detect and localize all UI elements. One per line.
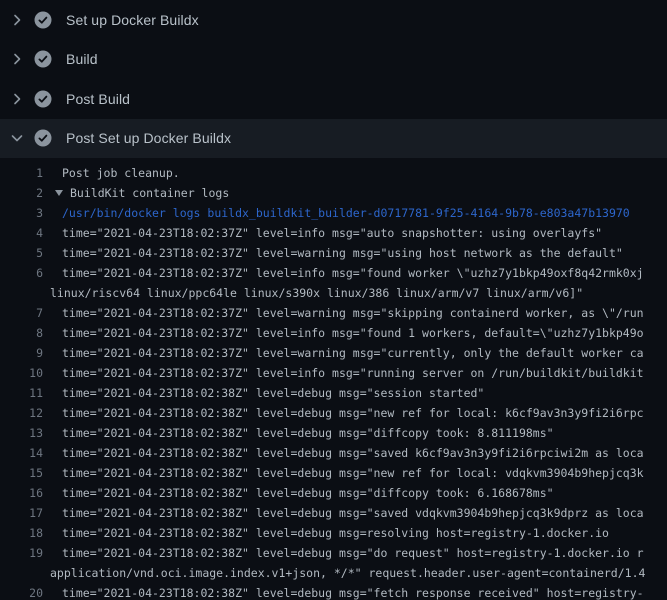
log-line: 9 time="2021-04-23T18:02:37Z" level=warn… bbox=[0, 343, 667, 363]
log-text: time="2021-04-23T18:02:38Z" level=debug … bbox=[62, 423, 554, 443]
log-line: 12 time="2021-04-23T18:02:38Z" level=deb… bbox=[0, 403, 667, 423]
log-text: time="2021-04-23T18:02:38Z" level=debug … bbox=[62, 383, 484, 403]
log-text: Post job cleanup. bbox=[62, 163, 180, 183]
step-post-setup-docker-buildx[interactable]: Post Set up Docker Buildx bbox=[0, 119, 667, 159]
log-line-command: 3 /usr/bin/docker logs buildx_buildkit_b… bbox=[0, 203, 667, 223]
line-number[interactable]: 6 bbox=[0, 263, 43, 283]
log-line: 11 time="2021-04-23T18:02:38Z" level=deb… bbox=[0, 383, 667, 403]
log-text: time="2021-04-23T18:02:38Z" level=debug … bbox=[62, 523, 609, 543]
chevron-right-icon bbox=[9, 91, 25, 107]
log-line: 7 time="2021-04-23T18:02:37Z" level=warn… bbox=[0, 303, 667, 323]
log-text: time="2021-04-23T18:02:37Z" level=info m… bbox=[62, 263, 644, 283]
line-number[interactable]: 20 bbox=[0, 583, 43, 600]
log-text: linux/riscv64 linux/ppc64le linux/s390x … bbox=[50, 283, 583, 303]
log-line: 5 time="2021-04-23T18:02:37Z" level=warn… bbox=[0, 243, 667, 263]
line-number[interactable]: 17 bbox=[0, 503, 43, 523]
log-line: 10 time="2021-04-23T18:02:37Z" level=inf… bbox=[0, 363, 667, 383]
log-text: time="2021-04-23T18:02:38Z" level=debug … bbox=[62, 443, 644, 463]
line-number bbox=[0, 283, 43, 303]
log-text: time="2021-04-23T18:02:38Z" level=debug … bbox=[62, 483, 554, 503]
line-number[interactable]: 11 bbox=[0, 383, 43, 403]
log-text: time="2021-04-23T18:02:37Z" level=info m… bbox=[62, 363, 644, 383]
log-line: 13 time="2021-04-23T18:02:38Z" level=deb… bbox=[0, 423, 667, 443]
log-output: 1 Post job cleanup. 2 BuildKit container… bbox=[0, 158, 667, 600]
actions-log-viewer: Set up Docker Buildx Build Post Build bbox=[0, 0, 667, 600]
log-line: 16 time="2021-04-23T18:02:38Z" level=deb… bbox=[0, 483, 667, 503]
step-post-build[interactable]: Post Build bbox=[0, 79, 667, 119]
line-number bbox=[0, 563, 43, 583]
check-circle-icon bbox=[34, 11, 52, 29]
line-number[interactable]: 1 bbox=[0, 163, 43, 183]
step-label: Build bbox=[66, 51, 98, 67]
log-text: time="2021-04-23T18:02:37Z" level=warnin… bbox=[62, 303, 644, 323]
log-text: time="2021-04-23T18:02:38Z" level=debug … bbox=[62, 583, 644, 600]
check-circle-icon bbox=[34, 50, 52, 68]
line-number[interactable]: 2 bbox=[0, 183, 43, 203]
line-number[interactable]: 7 bbox=[0, 303, 43, 323]
log-text: time="2021-04-23T18:02:38Z" level=debug … bbox=[62, 403, 644, 423]
step-build[interactable]: Build bbox=[0, 40, 667, 80]
chevron-right-icon bbox=[9, 12, 25, 28]
log-group-buildkit-container-logs[interactable]: 2 BuildKit container logs bbox=[0, 183, 667, 203]
log-line: 15 time="2021-04-23T18:02:38Z" level=deb… bbox=[0, 463, 667, 483]
log-text: /usr/bin/docker logs buildx_buildkit_bui… bbox=[62, 203, 630, 223]
check-circle-icon bbox=[34, 129, 52, 147]
log-line: 4 time="2021-04-23T18:02:37Z" level=info… bbox=[0, 223, 667, 243]
triangle-down-icon bbox=[55, 190, 63, 196]
log-text: time="2021-04-23T18:02:38Z" level=debug … bbox=[62, 503, 644, 523]
step-list: Set up Docker Buildx Build Post Build bbox=[0, 0, 667, 158]
log-line-wrapped: application/vnd.oci.image.index.v1+json,… bbox=[0, 563, 667, 583]
line-number[interactable]: 3 bbox=[0, 203, 43, 223]
line-number[interactable]: 15 bbox=[0, 463, 43, 483]
line-number[interactable]: 12 bbox=[0, 403, 43, 423]
line-number[interactable]: 13 bbox=[0, 423, 43, 443]
log-line: 19 time="2021-04-23T18:02:38Z" level=deb… bbox=[0, 543, 667, 563]
log-line: 14 time="2021-04-23T18:02:38Z" level=deb… bbox=[0, 443, 667, 463]
line-number[interactable]: 4 bbox=[0, 223, 43, 243]
step-setup-docker-buildx[interactable]: Set up Docker Buildx bbox=[0, 0, 667, 40]
chevron-down-icon bbox=[9, 130, 25, 146]
log-text: time="2021-04-23T18:02:37Z" level=warnin… bbox=[62, 343, 644, 363]
log-text: time="2021-04-23T18:02:37Z" level=warnin… bbox=[62, 243, 623, 263]
log-text: application/vnd.oci.image.index.v1+json,… bbox=[50, 563, 645, 583]
line-number[interactable]: 14 bbox=[0, 443, 43, 463]
log-line: 20 time="2021-04-23T18:02:38Z" level=deb… bbox=[0, 583, 667, 600]
log-text: time="2021-04-23T18:02:38Z" level=debug … bbox=[62, 543, 644, 563]
log-text: time="2021-04-23T18:02:38Z" level=debug … bbox=[62, 463, 644, 483]
chevron-right-icon bbox=[9, 51, 25, 67]
log-line-wrapped: linux/riscv64 linux/ppc64le linux/s390x … bbox=[0, 283, 667, 303]
log-text: BuildKit container logs bbox=[55, 183, 229, 203]
group-label: BuildKit container logs bbox=[70, 183, 229, 203]
log-line: 18 time="2021-04-23T18:02:38Z" level=deb… bbox=[0, 523, 667, 543]
step-label: Set up Docker Buildx bbox=[66, 12, 199, 28]
line-number[interactable]: 5 bbox=[0, 243, 43, 263]
log-text: time="2021-04-23T18:02:37Z" level=info m… bbox=[62, 323, 644, 343]
check-circle-icon bbox=[34, 90, 52, 108]
step-label: Post Set up Docker Buildx bbox=[66, 130, 231, 146]
line-number[interactable]: 10 bbox=[0, 363, 43, 383]
log-line: 17 time="2021-04-23T18:02:38Z" level=deb… bbox=[0, 503, 667, 523]
line-number[interactable]: 8 bbox=[0, 323, 43, 343]
step-label: Post Build bbox=[66, 91, 130, 107]
log-line: 1 Post job cleanup. bbox=[0, 163, 667, 183]
line-number[interactable]: 9 bbox=[0, 343, 43, 363]
line-number[interactable]: 19 bbox=[0, 543, 43, 563]
log-text: time="2021-04-23T18:02:37Z" level=info m… bbox=[62, 223, 602, 243]
line-number[interactable]: 18 bbox=[0, 523, 43, 543]
line-number[interactable]: 16 bbox=[0, 483, 43, 503]
log-line: 8 time="2021-04-23T18:02:37Z" level=info… bbox=[0, 323, 667, 343]
log-line: 6 time="2021-04-23T18:02:37Z" level=info… bbox=[0, 263, 667, 283]
